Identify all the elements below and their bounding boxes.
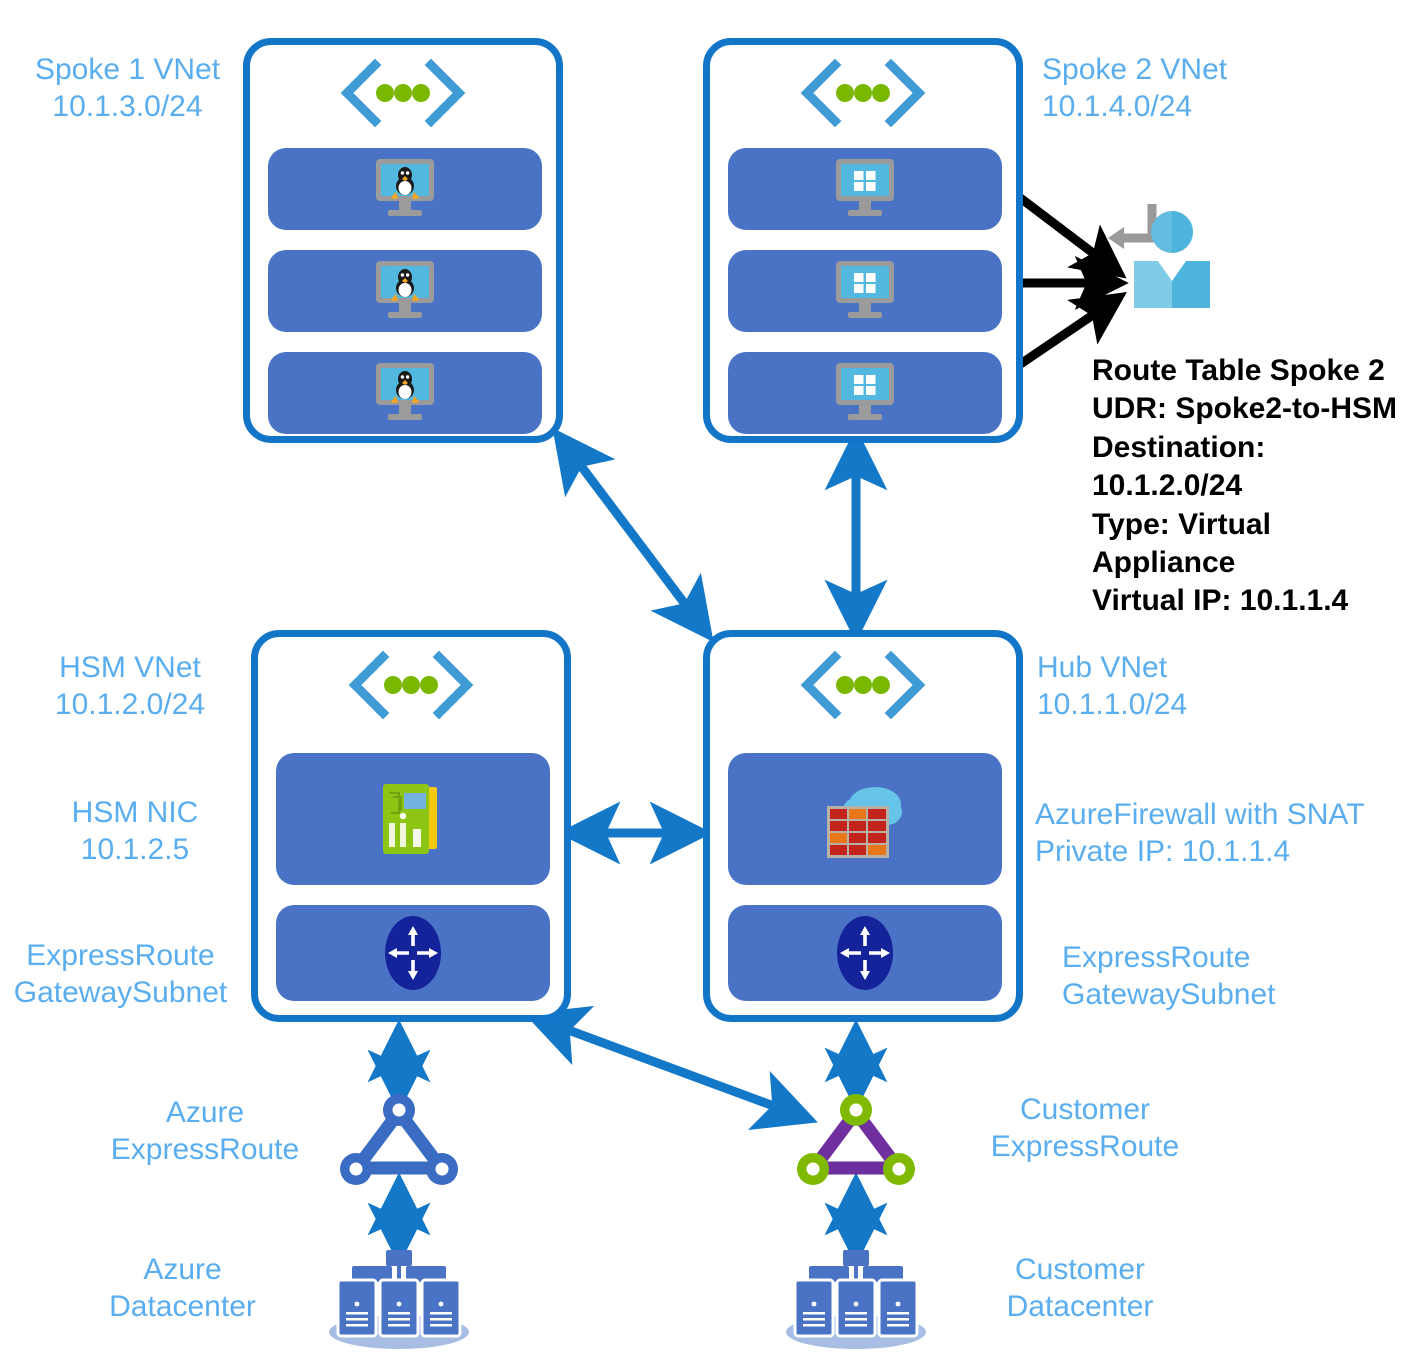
vnet-icon xyxy=(340,59,466,127)
subnet-spoke1-vm1[interactable] xyxy=(268,148,542,230)
connector-spoke1-hub xyxy=(552,427,714,643)
datacenter-icon[interactable] xyxy=(775,1248,937,1352)
virtual-network-gateway-icon xyxy=(385,916,441,990)
linux-vm-icon xyxy=(376,159,434,216)
expressroute-circuit-icon[interactable] xyxy=(335,1092,463,1188)
network-architecture-diagram: Spoke 1 VNet 10.1.3.0/24 Spoke 2 VNet 10… xyxy=(0,0,1415,1355)
subnet-hsm-gateway[interactable] xyxy=(276,905,550,1001)
windows-vm-icon xyxy=(836,261,894,318)
label-hsm-nic: HSM NIC 10.1.2.5 xyxy=(71,796,199,866)
label-azure-datacenter: Azure Datacenter xyxy=(109,1253,256,1323)
linux-vm-icon xyxy=(376,261,434,318)
azure-firewall-icon xyxy=(827,787,902,858)
label-hub-firewall: AzureFirewall with SNAT Private IP: 10.1… xyxy=(1035,798,1365,868)
virtual-network-gateway-icon xyxy=(837,916,893,990)
windows-vm-icon xyxy=(836,159,894,216)
vnet-hsm[interactable] xyxy=(251,630,571,1022)
vnet-icon xyxy=(800,651,926,719)
windows-vm-icon xyxy=(836,363,894,420)
label-customer-datacenter: Customer Datacenter xyxy=(1006,1253,1154,1323)
subnet-spoke2-vm1[interactable] xyxy=(728,148,1002,230)
label-azure-expressroute: Azure ExpressRoute xyxy=(110,1096,300,1166)
datacenter-icon[interactable] xyxy=(318,1248,480,1352)
network-interface-card-icon xyxy=(383,784,437,854)
subnet-hub-firewall[interactable] xyxy=(728,753,1002,885)
label-customer-expressroute: Customer ExpressRoute xyxy=(990,1093,1180,1163)
label-hsm-gateway: ExpressRoute GatewaySubnet xyxy=(13,939,228,1009)
label-vnet-spoke2: Spoke 2 VNet 10.1.4.0/24 xyxy=(1042,53,1228,123)
vnet-icon xyxy=(800,59,926,127)
connector-hsm-customer-er xyxy=(524,1005,818,1131)
route-table-icon[interactable] xyxy=(1100,198,1210,308)
subnet-spoke1-vm2[interactable] xyxy=(268,250,542,332)
subnet-spoke2-vm3[interactable] xyxy=(728,352,1002,434)
vnet-icon xyxy=(348,651,474,719)
route-table-details: Route Table Spoke 2 UDR: Spoke2-to-HSM D… xyxy=(1092,354,1397,618)
label-vnet-hsm: HSM VNet 10.1.2.0/24 xyxy=(54,651,206,721)
label-vnet-spoke1: Spoke 1 VNet 10.1.3.0/24 xyxy=(34,53,221,123)
vnet-hub[interactable] xyxy=(703,630,1023,1022)
vnet-spoke2[interactable] xyxy=(703,38,1023,443)
vnet-spoke1[interactable] xyxy=(243,38,563,443)
subnet-spoke1-vm3[interactable] xyxy=(268,352,542,434)
subnet-hub-gateway[interactable] xyxy=(728,905,1002,1001)
label-hub-gateway: ExpressRoute GatewaySubnet xyxy=(1062,941,1276,1011)
expressroute-circuit-icon[interactable] xyxy=(792,1092,920,1188)
label-vnet-hub: Hub VNet 10.1.1.0/24 xyxy=(1037,651,1188,721)
linux-vm-icon xyxy=(376,363,434,420)
subnet-spoke2-vm2[interactable] xyxy=(728,250,1002,332)
subnet-hsm-nic[interactable] xyxy=(276,753,550,885)
